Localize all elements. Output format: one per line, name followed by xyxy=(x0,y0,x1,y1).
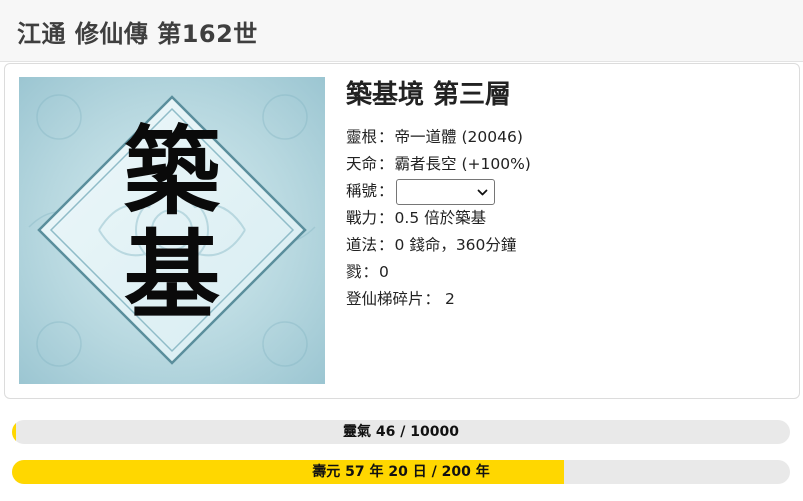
chevron-down-icon xyxy=(477,189,487,195)
power-row: 戰力： 0.5 倍於築基 xyxy=(346,205,776,232)
colon: ： xyxy=(378,128,394,146)
qi-progress-bar: 靈氣 46 / 10000 xyxy=(12,420,790,444)
realm-glyph-2: 基 xyxy=(124,219,220,332)
colon: ： xyxy=(378,182,394,200)
dao-label: 道法 xyxy=(346,236,378,254)
spirit-root-row: 靈根：帝一道體 (20046) xyxy=(346,124,776,151)
destiny-row: 天命：霸者長空 (+100%) xyxy=(346,151,776,178)
colon: ： xyxy=(424,290,441,308)
dao-value: 0 錢命，360分鐘 xyxy=(394,236,517,254)
spirit-root-value: 帝一道體 (20046) xyxy=(394,128,523,146)
ladder-shards-value: 2 xyxy=(445,290,455,308)
spirit-root-label: 靈根 xyxy=(346,128,378,146)
colon: ： xyxy=(362,263,379,281)
colon: ： xyxy=(378,209,394,227)
character-card: 築 基 築基境 第三層 靈根：帝一道體 (20046) 天命：霸者長空 (+10… xyxy=(4,63,800,399)
colon: ： xyxy=(378,155,394,173)
destiny-value: 霸者長空 (+100%) xyxy=(394,155,531,173)
title-row: 稱號： xyxy=(346,178,776,205)
title-label: 稱號 xyxy=(346,182,378,200)
power-label: 戰力 xyxy=(346,209,378,227)
colon: ： xyxy=(378,236,394,254)
realm-title: 築基境 第三層 xyxy=(346,80,512,110)
lifespan-progress-label: 壽元 57 年 20 日 / 200 年 xyxy=(312,464,490,480)
ladder-shards-label: 登仙梯碎片 xyxy=(346,290,424,308)
kills-row: 戮： 0 xyxy=(346,259,776,286)
character-info: 築基境 第三層 靈根：帝一道體 (20046) 天命：霸者長空 (+100%) … xyxy=(346,78,776,313)
realm-calligraphy-icon: 築 基 xyxy=(19,77,325,384)
dao-row: 道法： 0 錢命，360分鐘 xyxy=(346,232,776,259)
qi-progress-label: 靈氣 46 / 10000 xyxy=(343,424,459,440)
title-select[interactable] xyxy=(395,178,495,205)
power-value: 0.5 倍於築基 xyxy=(394,209,487,227)
kills-label: 戮 xyxy=(346,263,362,281)
app-header: 江通 修仙傳 第162世 xyxy=(0,0,803,62)
lifespan-progress-bar: 壽元 57 年 20 日 / 200 年 xyxy=(12,460,790,484)
destiny-label: 天命 xyxy=(346,155,378,173)
page-title: 江通 修仙傳 第162世 xyxy=(17,20,258,48)
kills-value: 0 xyxy=(379,263,389,281)
ladder-shards-row: 登仙梯碎片： 2 xyxy=(346,286,776,313)
realm-glyph-1: 築 xyxy=(124,115,221,228)
